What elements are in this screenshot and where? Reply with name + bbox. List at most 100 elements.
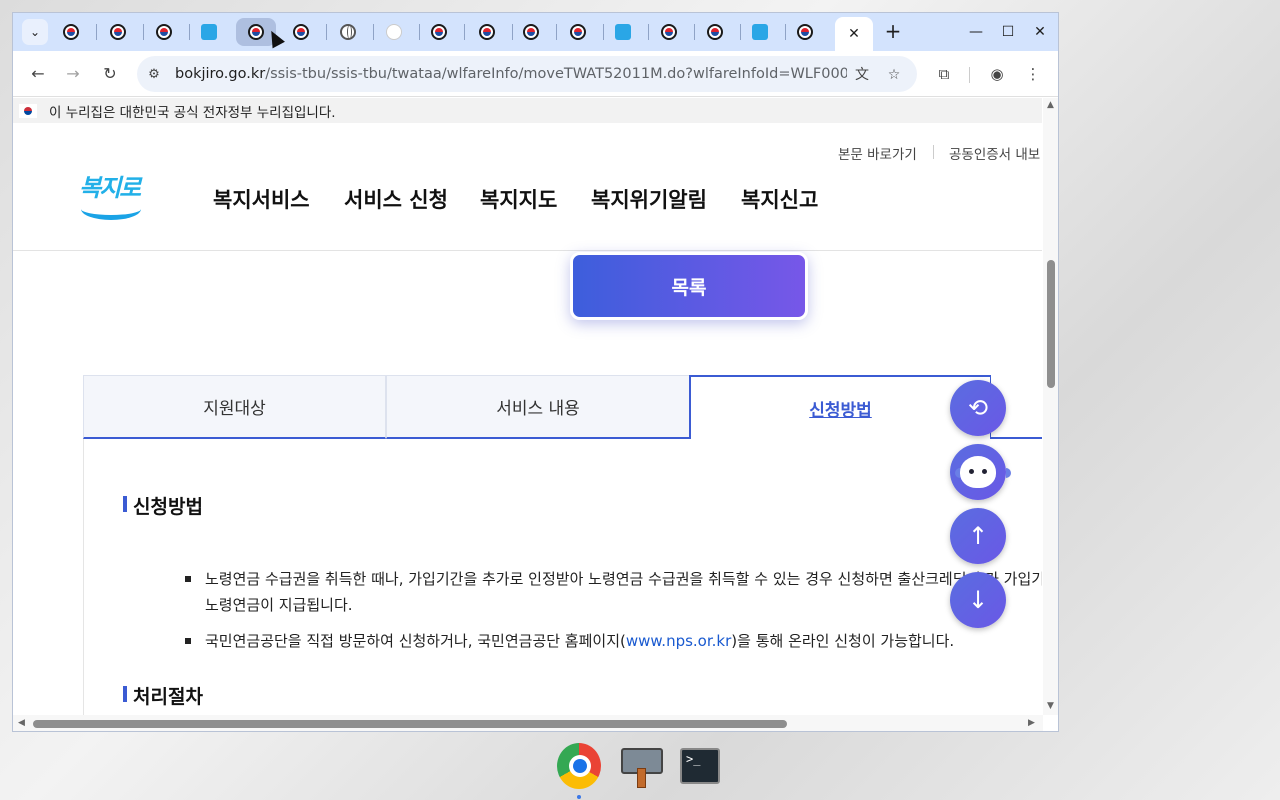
horizontal-scroll-thumb[interactable] <box>33 720 787 728</box>
scroll-bottom-button[interactable]: ↓ <box>950 572 1006 628</box>
bullet2-text-post: )을 통해 온라인 신청이 가능합니다. <box>731 632 955 650</box>
tool-dock-item[interactable] <box>618 744 663 788</box>
gov-favicon-icon <box>293 24 309 40</box>
tab-strip: ⌄ ✕ + — ☐ ✕ <box>13 13 1058 51</box>
gnb-welfare-report[interactable]: 복지신고 <box>741 184 818 214</box>
minimize-button[interactable]: — <box>965 21 987 43</box>
back-button[interactable]: ← <box>25 61 51 87</box>
gov-favicon-icon <box>661 24 677 40</box>
tab-separator <box>96 24 97 40</box>
gnb-service-application[interactable]: 서비스 신청 <box>344 184 448 214</box>
close-window-button[interactable]: ✕ <box>1029 21 1051 43</box>
scroll-left-arrow-icon[interactable]: ◀ <box>18 718 25 728</box>
gov-favicon-icon <box>570 24 586 40</box>
new-tab-button[interactable]: + <box>881 20 905 44</box>
bullet2-text-pre: 국민연금공단을 직접 방문하여 신청하거나, 국민연금공단 홈페이지( <box>205 632 626 650</box>
url-path: /ssis-tbu/ssis-tbu/twataa/wlfareInfo/mov… <box>265 66 847 82</box>
tab[interactable] <box>649 18 689 46</box>
translate-icon[interactable]: 文 <box>851 64 873 86</box>
bullet1-line2: 노령연금이 지급됩니다. <box>205 596 353 614</box>
scroll-top-button[interactable]: ↑ <box>950 508 1006 564</box>
tab[interactable] <box>740 18 780 46</box>
gov-banner-text: 이 누리집은 대한민국 공식 전자정부 누리집입니다. <box>49 104 336 121</box>
tab[interactable] <box>281 18 321 46</box>
tab[interactable] <box>419 18 459 46</box>
gov-banner: 이 누리집은 대한민국 공식 전자정부 누리집입니다. <box>13 98 1042 123</box>
list-button[interactable]: 목록 <box>570 252 808 320</box>
tab[interactable] <box>374 18 414 46</box>
bokjiro-logo[interactable]: 복지로 <box>79 168 143 226</box>
chatbot-mascot-icon <box>955 456 1011 488</box>
chrome-icon <box>557 743 601 789</box>
site-favicon-icon <box>386 24 402 40</box>
scroll-up-arrow-icon[interactable]: ▲ <box>1047 100 1054 110</box>
tab[interactable] <box>603 18 643 46</box>
terminal-dock-item[interactable]: >_ <box>678 744 722 788</box>
bookmark-star-icon[interactable]: ☆ <box>883 64 905 86</box>
close-icon: ✕ <box>1034 24 1046 40</box>
url-text[interactable]: bokjiro.go.kr/ssis-tbu/ssis-tbu/twataa/w… <box>175 66 847 82</box>
history-icon: ⟲ <box>967 394 989 422</box>
extensions-icon[interactable]: ⧉ <box>932 62 956 86</box>
gov-favicon-icon <box>63 24 79 40</box>
tab[interactable] <box>144 18 184 46</box>
bokjiro-favicon-icon <box>201 24 217 40</box>
tab[interactable] <box>98 18 138 46</box>
tab[interactable] <box>695 18 735 46</box>
tab-how-to-apply[interactable]: 신청방법 <box>689 375 992 439</box>
tab[interactable] <box>511 18 551 46</box>
toolbar-separator <box>969 67 970 83</box>
chevron-down-icon: ⌄ <box>29 25 41 39</box>
forward-button[interactable]: → <box>60 61 86 87</box>
minimize-icon: — <box>969 24 983 40</box>
nps-homepage-link[interactable]: www.nps.or.kr <box>626 632 731 650</box>
address-bar[interactable]: ⚙ bokjiro.go.kr/ssis-tbu/ssis-tbu/twataa… <box>137 56 917 92</box>
vertical-scrollbar[interactable]: ▲ ▼ <box>1043 98 1058 715</box>
tab[interactable] <box>51 18 91 46</box>
gov-favicon-icon <box>707 24 723 40</box>
browser-toolbar: ← → ↻ ⚙ bokjiro.go.kr/ssis-tbu/ssis-tbu/… <box>13 51 1058 97</box>
vertical-scroll-thumb[interactable] <box>1047 260 1055 388</box>
tab-separator <box>326 24 327 40</box>
header-divider <box>13 250 1042 251</box>
recent-history-button[interactable]: ⟲ <box>950 380 1006 436</box>
tab-separator <box>464 24 465 40</box>
signpost-tool-icon <box>621 746 663 788</box>
list-item: 노령연금 수급권을 취득한 때나, 가입기간을 추가로 인정받아 노령연금 수급… <box>185 566 1042 618</box>
close-tab-icon[interactable]: ✕ <box>848 26 860 42</box>
site-info-icon[interactable]: ⚙ <box>143 67 165 82</box>
menu-kebab-icon[interactable]: ⋮ <box>1021 62 1045 86</box>
tab[interactable] <box>558 18 598 46</box>
horizontal-scrollbar[interactable]: ◀ ▶ <box>13 715 1043 731</box>
reload-icon: ↻ <box>103 64 117 83</box>
active-tab[interactable]: ✕ <box>835 17 873 51</box>
scroll-down-arrow-icon[interactable]: ▼ <box>1047 701 1054 711</box>
running-indicator <box>577 795 581 799</box>
detail-tabs: 지원대상 서비스 내용 신청방법 <box>83 375 1042 439</box>
tab-target[interactable]: 지원대상 <box>83 375 386 439</box>
tab[interactable] <box>785 18 825 46</box>
tab[interactable] <box>189 18 229 46</box>
gov-favicon-icon <box>479 24 495 40</box>
gov-favicon-icon <box>797 24 813 40</box>
chrome-dock-item[interactable] <box>557 743 601 789</box>
tab[interactable] <box>328 18 368 46</box>
scroll-right-arrow-icon[interactable]: ▶ <box>1028 718 1035 728</box>
reload-button[interactable]: ↻ <box>97 61 123 87</box>
arrow-up-icon: ↑ <box>967 522 989 550</box>
tab-search-button[interactable]: ⌄ <box>22 19 48 45</box>
certificate-export-link[interactable]: 공동인증서 내보 <box>949 143 1040 163</box>
skip-to-content-link[interactable]: 본문 바로가기 <box>838 143 917 163</box>
gnb-welfare-services[interactable]: 복지서비스 <box>213 184 310 214</box>
plus-icon: + <box>884 19 902 43</box>
chatbot-button[interactable] <box>950 444 1011 500</box>
profile-icon[interactable]: ◉ <box>985 62 1009 86</box>
tab-service-content[interactable]: 서비스 내용 <box>386 375 690 439</box>
gov-favicon-icon <box>110 24 126 40</box>
maximize-button[interactable]: ☐ <box>997 21 1019 43</box>
tab[interactable] <box>467 18 507 46</box>
gnb-welfare-map[interactable]: 복지지도 <box>480 184 557 214</box>
list-item: 국민연금공단을 직접 방문하여 신청하거나, 국민연금공단 홈페이지(www.n… <box>185 628 1042 654</box>
gov-favicon-icon <box>523 24 539 40</box>
gnb-welfare-crisis-alert[interactable]: 복지위기알림 <box>591 184 707 214</box>
